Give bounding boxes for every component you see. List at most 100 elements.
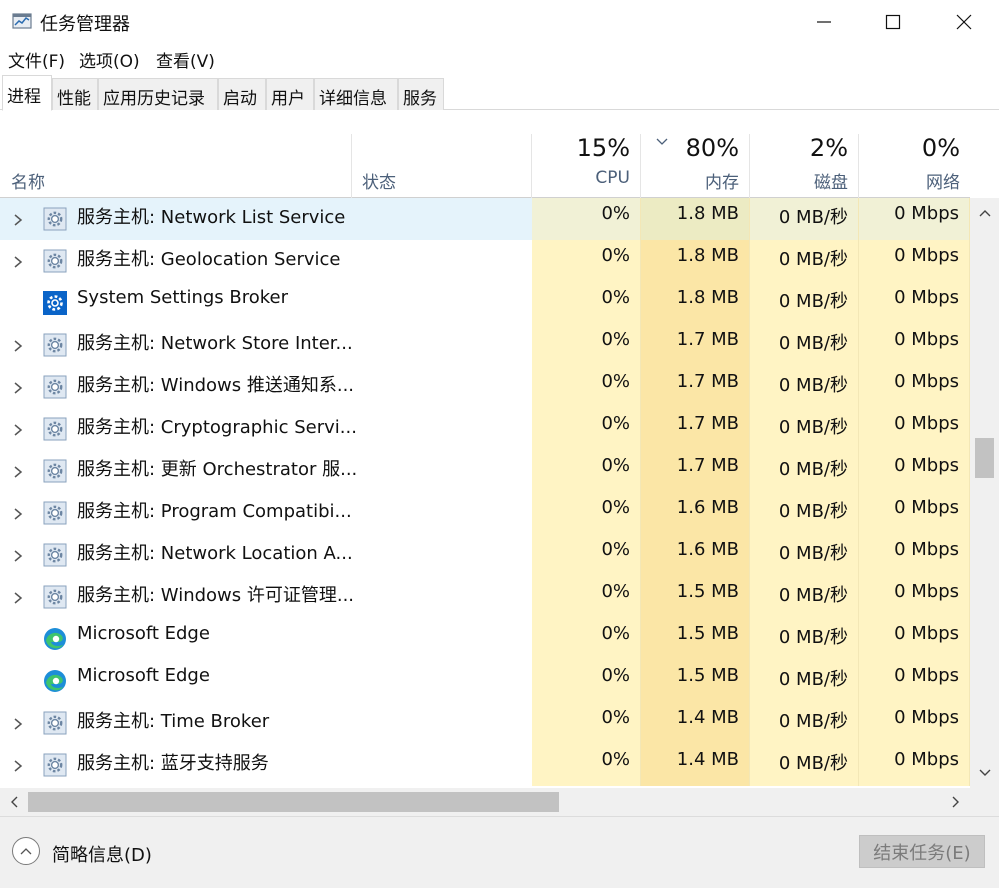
process-row[interactable]: Microsoft Edge 0% 1.5 MB 0 MB/秒 0 Mbps (0, 618, 970, 660)
scroll-right-button[interactable] (942, 788, 970, 816)
scroll-up-button[interactable] (970, 198, 999, 228)
task-manager-icon (12, 13, 32, 29)
tab-strip: 进程 性能 应用历史记录 启动 用户 详细信息 服务 (0, 74, 999, 111)
expand-chevron-icon[interactable] (13, 758, 23, 777)
expand-chevron-icon[interactable] (13, 464, 23, 483)
sort-down-icon (656, 138, 668, 145)
memory-value: 1.7 MB (641, 450, 750, 492)
expand-chevron-icon[interactable] (13, 590, 23, 609)
vertical-scrollbar[interactable] (970, 198, 999, 788)
process-name-cell[interactable]: 服务主机: 蓝牙支持服务 (0, 744, 532, 786)
process-row[interactable]: 服务主机: 蓝牙支持服务 0% 1.4 MB 0 MB/秒 0 Mbps (0, 744, 970, 786)
gear-icon (43, 711, 67, 735)
process-name-cell[interactable]: Microsoft Edge (0, 618, 532, 660)
process-row[interactable]: 服务主机: Network Store Inter... 0% 1.7 MB 0 MB… (0, 324, 970, 366)
column-memory[interactable]: 80% 内存 (641, 134, 750, 198)
column-status[interactable]: 状态 (352, 134, 532, 198)
column-name[interactable]: 名称 (0, 134, 352, 198)
process-name-cell[interactable]: Microsoft Edge (0, 660, 532, 702)
menu-file[interactable]: 文件(F) (8, 47, 65, 72)
process-name-cell[interactable]: 服务主机: Program Compatibi... (0, 492, 532, 534)
maximize-icon (885, 14, 901, 30)
tab-users[interactable]: 用户 (266, 78, 314, 110)
tab-processes[interactable]: 进程 (2, 75, 52, 111)
menu-view[interactable]: 查看(V) (156, 47, 215, 72)
expand-chevron-icon[interactable] (13, 212, 23, 231)
tab-startup[interactable]: 启动 (218, 78, 266, 110)
expand-chevron-icon[interactable] (13, 506, 23, 525)
network-value: 0 Mbps (859, 324, 970, 366)
fewer-details-link[interactable]: 简略信息(D) (52, 841, 152, 867)
tab-details[interactable]: 详细信息 (314, 78, 398, 110)
process-row[interactable]: 服务主机: Windows 许可证管理... 0% 1.5 MB 0 MB/秒 0 Mb… (0, 576, 970, 618)
process-name: 服务主机: Windows 许可证管理... (77, 585, 355, 606)
expand-chevron-icon[interactable] (13, 338, 23, 357)
process-row[interactable]: System Settings Broker 0% 1.8 MB 0 MB/秒 0 Mb… (0, 282, 970, 324)
process-row[interactable]: 服务主机: 更新 Orchestrator 服... 0% 1.7 MB 0 MB/秒… (0, 450, 970, 492)
footer-bar: 简略信息(D) 结束任务(E) (0, 816, 999, 888)
cpu-value: 0% (532, 366, 641, 408)
column-network[interactable]: 0% 网络 (859, 134, 970, 198)
process-name-cell[interactable]: 服务主机: Cryptographic Servi... (0, 408, 532, 450)
process-name-cell[interactable]: 服务主机: Windows 推送通知系... (0, 366, 532, 408)
chevron-up-icon (20, 848, 32, 855)
memory-value: 1.6 MB (641, 534, 750, 576)
process-name: 服务主机: Windows 推送通知系... (77, 375, 355, 396)
expand-chevron-icon[interactable] (13, 380, 23, 399)
tab-performance[interactable]: 性能 (52, 78, 98, 110)
process-name-cell[interactable]: 服务主机: Network List Service (0, 198, 532, 240)
cpu-value: 0% (532, 744, 641, 786)
tab-app-history[interactable]: 应用历史记录 (98, 78, 218, 110)
disk-value: 0 MB/秒 (750, 534, 859, 576)
process-name-cell[interactable]: 服务主机: Windows 许可证管理... (0, 576, 532, 618)
end-task-button[interactable]: 结束任务(E) (859, 835, 985, 868)
gear-icon (43, 249, 67, 273)
minimize-button[interactable] (789, 0, 859, 44)
process-row[interactable]: 服务主机: Network List Service 0% 1.8 MB 0 MB/秒… (0, 198, 970, 240)
expand-chevron-icon[interactable] (13, 422, 23, 441)
disk-value: 0 MB/秒 (750, 198, 859, 240)
process-row[interactable]: 服务主机: Cryptographic Servi... 0% 1.7 MB 0 MB… (0, 408, 970, 450)
column-disk[interactable]: 2% 磁盘 (750, 134, 859, 198)
process-name-cell[interactable]: 服务主机: 更新 Orchestrator 服... (0, 450, 532, 492)
settings-blue-icon (43, 291, 67, 315)
expand-chevron-icon[interactable] (13, 716, 23, 735)
expand-chevron-icon[interactable] (13, 548, 23, 567)
fewer-details-toggle[interactable] (12, 837, 40, 865)
disk-value: 0 MB/秒 (750, 702, 859, 744)
network-value: 0 Mbps (859, 198, 970, 240)
process-name-cell[interactable]: 服务主机: Network Location A... (0, 534, 532, 576)
maximize-button[interactable] (858, 0, 928, 44)
process-row[interactable]: 服务主机: Geolocation Service 0% 1.8 MB 0 MB/秒 0… (0, 240, 970, 282)
network-value: 0 Mbps (859, 282, 970, 324)
gear-icon (43, 459, 67, 483)
menu-options[interactable]: 选项(O) (79, 47, 140, 72)
process-row[interactable]: 服务主机: Program Compatibi... 0% 1.6 MB 0 MB/秒… (0, 492, 970, 534)
disk-label: 磁盘 (814, 173, 848, 193)
column-cpu[interactable]: 15% CPU (532, 134, 641, 198)
chevron-up-icon (979, 210, 990, 217)
scroll-down-button[interactable] (970, 758, 999, 788)
memory-value: 1.4 MB (641, 702, 750, 744)
disk-value: 0 MB/秒 (750, 408, 859, 450)
process-name-cell[interactable]: System Settings Broker (0, 282, 532, 324)
process-row[interactable]: 服务主机: Time Broker 0% 1.4 MB 0 MB/秒 0 Mbps (0, 702, 970, 744)
scroll-left-button[interactable] (0, 788, 28, 816)
gear-icon (43, 417, 67, 441)
horizontal-scrollbar[interactable] (0, 788, 970, 816)
column-status-label: 状态 (362, 173, 396, 193)
process-row[interactable]: Microsoft Edge 0% 1.5 MB 0 MB/秒 0 Mbps (0, 660, 970, 702)
process-name-cell[interactable]: 服务主机: Time Broker (0, 702, 532, 744)
cpu-value: 0% (532, 576, 641, 618)
vertical-scroll-thumb[interactable] (975, 438, 994, 478)
expand-chevron-icon[interactable] (13, 254, 23, 273)
process-row[interactable]: 服务主机: Windows 推送通知系... 0% 1.7 MB 0 MB/秒 0 Mb… (0, 366, 970, 408)
tab-services[interactable]: 服务 (398, 78, 444, 110)
chevron-down-icon (979, 769, 990, 776)
gear-icon (43, 375, 67, 399)
horizontal-scroll-thumb[interactable] (28, 792, 559, 812)
close-button[interactable] (929, 0, 999, 44)
process-name-cell[interactable]: 服务主机: Geolocation Service (0, 240, 532, 282)
process-name-cell[interactable]: 服务主机: Network Store Inter... (0, 324, 532, 366)
process-row[interactable]: 服务主机: Network Location A... 0% 1.6 MB 0 MB/… (0, 534, 970, 576)
